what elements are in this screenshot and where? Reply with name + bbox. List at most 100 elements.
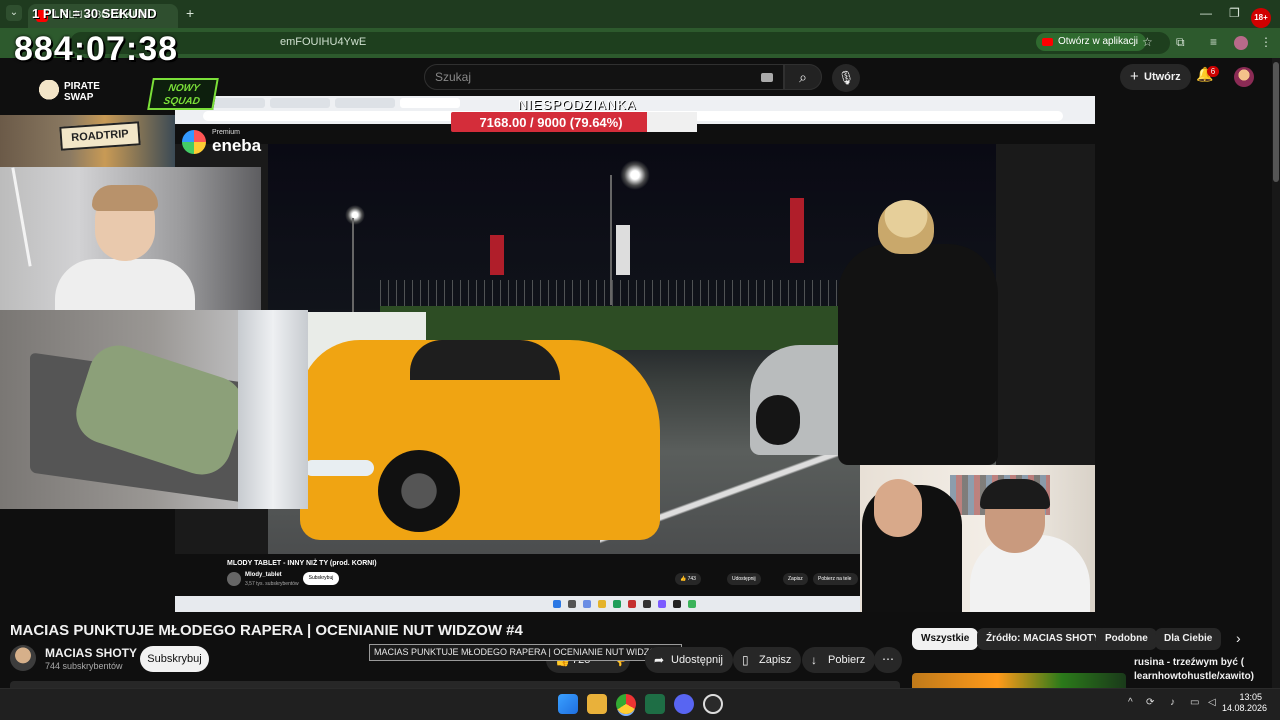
pirate-swap-logo: PIRATE SWAP: [38, 78, 108, 108]
chip-related[interactable]: Podobne: [1096, 628, 1157, 650]
create-label: Utwórz: [1144, 71, 1181, 83]
account-avatar[interactable]: [1234, 67, 1254, 87]
recommended-title-cont[interactable]: learnhowtohustle/xawito): [1134, 671, 1254, 682]
street-lamp-glow: [620, 160, 650, 190]
more-actions-button[interactable]: ⋯: [874, 647, 902, 673]
captured-start-icon: [553, 600, 561, 608]
captured-share-button: Udostępnij: [727, 573, 761, 585]
chip-all[interactable]: Wszystkie: [912, 628, 979, 650]
bookmark-icon: ▯: [742, 653, 749, 667]
bedroom-webcam: [0, 310, 308, 509]
captured-video-title: MLODY TABLET - INNY NIŻ TY (prod. KORNI): [227, 560, 377, 567]
flag: [616, 225, 630, 275]
bookmark-star-icon[interactable]: ☆: [1142, 35, 1153, 49]
captured-taskbar: [175, 596, 860, 612]
yellow-mustang: [300, 340, 660, 540]
share-icon: ➦: [654, 653, 665, 667]
captured-tab: [270, 98, 330, 108]
clock-date: 14.08.2026: [1222, 703, 1268, 713]
streamer-webcam: [0, 167, 261, 310]
captured-tab: [335, 98, 395, 108]
reading-list-icon[interactable]: ≡: [1210, 35, 1217, 49]
wheel: [378, 450, 460, 532]
captured-app-icon: [673, 600, 681, 608]
subscribe-button[interactable]: Subskrybuj: [140, 646, 209, 672]
captured-save-button: Zapisz: [783, 573, 808, 585]
description-box[interactable]: [10, 681, 900, 688]
eneba-icon: [182, 130, 206, 154]
channel-avatar[interactable]: [10, 645, 36, 671]
search-icon: ⌕: [799, 69, 807, 85]
chrome-icon[interactable]: [616, 694, 636, 714]
tab-search-button[interactable]: ⌄: [6, 5, 22, 21]
open-in-app-button[interactable]: Otwórz w aplikacji: [1036, 33, 1147, 51]
donation-goal-bar: 7168.00 / 9000 (79.64%): [451, 112, 697, 132]
light-streak: [11, 167, 32, 267]
recommended-title[interactable]: rusina - trzeźwym być (: [1134, 657, 1244, 668]
create-button[interactable]: + Utwórz: [1120, 64, 1191, 90]
captured-app-icon: [688, 600, 696, 608]
chrome-menu-icon[interactable]: ⋮: [1260, 35, 1272, 49]
person-body: [838, 244, 998, 465]
address-bar[interactable]: emFOUIHU4YwE: [70, 32, 1170, 54]
captured-download-button: Pobierz na tele: [813, 573, 858, 585]
street-lamp-glow: [345, 205, 365, 225]
obs-icon[interactable]: [703, 694, 723, 714]
address-url: emFOUIHU4YwE: [280, 36, 367, 48]
recommended-thumbnail[interactable]: [912, 673, 1126, 688]
tray-sync-icon[interactable]: ⟳: [1146, 697, 1154, 708]
pirate-swap-text: PIRATE SWAP: [64, 81, 100, 103]
channel-name[interactable]: MACIAS SHOTY: [45, 646, 137, 660]
age-badge: 18+: [1251, 8, 1271, 28]
captured-app-icon: [658, 600, 666, 608]
voice-search-button[interactable]: 🎙: [832, 64, 860, 92]
maximize-icon[interactable]: ❐: [1229, 6, 1240, 20]
streamer-hair: [92, 185, 158, 211]
save-button[interactable]: ▯ Zapisz: [733, 647, 802, 673]
file-explorer-icon[interactable]: [587, 694, 607, 714]
captured-app-icon: [613, 600, 621, 608]
headlight: [304, 460, 374, 476]
nowy-squad-logo: NOWY SQUAD: [147, 78, 219, 110]
download-icon: ↓: [811, 653, 817, 667]
subathon-timer: 884:07:38: [14, 30, 179, 68]
streamer-shirt: [55, 259, 195, 310]
start-icon[interactable]: [558, 694, 578, 714]
guest-right-cap: [980, 479, 1050, 509]
windows-taskbar: [0, 688, 1280, 720]
extensions-icon[interactable]: ⧉: [1176, 35, 1185, 50]
skull-icon: [38, 80, 60, 104]
new-tab-button[interactable]: +: [186, 5, 194, 21]
minimize-icon[interactable]: —: [1200, 6, 1212, 20]
network-icon[interactable]: ▭: [1190, 697, 1199, 708]
search-input[interactable]: Szukaj: [424, 64, 784, 90]
profile-avatar[interactable]: [1234, 36, 1248, 50]
chip-source[interactable]: Źródło: MACIAS SHOTY: [977, 628, 1109, 650]
search-button[interactable]: ⌕: [784, 64, 822, 90]
video-title: MACIAS PUNKTUJE MŁODEGO RAPERA | OCENIAN…: [10, 622, 523, 639]
excel-icon[interactable]: [645, 694, 665, 714]
share-label: Udostępnij: [671, 654, 723, 666]
discord-icon[interactable]: [674, 694, 694, 714]
chip-for-you[interactable]: Dla Ciebie: [1155, 628, 1222, 650]
captured-channel-name: Mlody_tablet: [245, 572, 282, 578]
captured-like-button: 👍 743: [675, 573, 701, 585]
captured-channel-subs: 3,57 tys. subskrybentów: [245, 581, 299, 587]
volume-icon[interactable]: ◁: [1208, 697, 1216, 708]
chevron-right-icon[interactable]: ›: [1236, 630, 1241, 646]
curtain: [238, 310, 308, 509]
goal-progress-text: 7168.00 / 9000 (79.64%): [479, 115, 623, 130]
car-roof: [410, 340, 560, 380]
tray-chevron-icon[interactable]: ^: [1128, 697, 1133, 708]
scrollbar-thumb[interactable]: [1273, 62, 1279, 182]
microphone-tray-icon[interactable]: ♪: [1170, 697, 1175, 708]
captured-folder-icon: [598, 600, 606, 608]
captured-search-icon: [568, 600, 576, 608]
lamp-pole: [352, 218, 354, 313]
person-hoodie: [838, 200, 998, 465]
share-button[interactable]: ➦ Udostępnij: [645, 647, 733, 673]
download-button[interactable]: ↓ Pobierz: [802, 647, 876, 673]
keyboard-icon[interactable]: [761, 73, 773, 82]
clock-time: 13:05: [1239, 692, 1262, 702]
taskbar-clock[interactable]: 13:05 14.08.2026: [1222, 692, 1268, 714]
